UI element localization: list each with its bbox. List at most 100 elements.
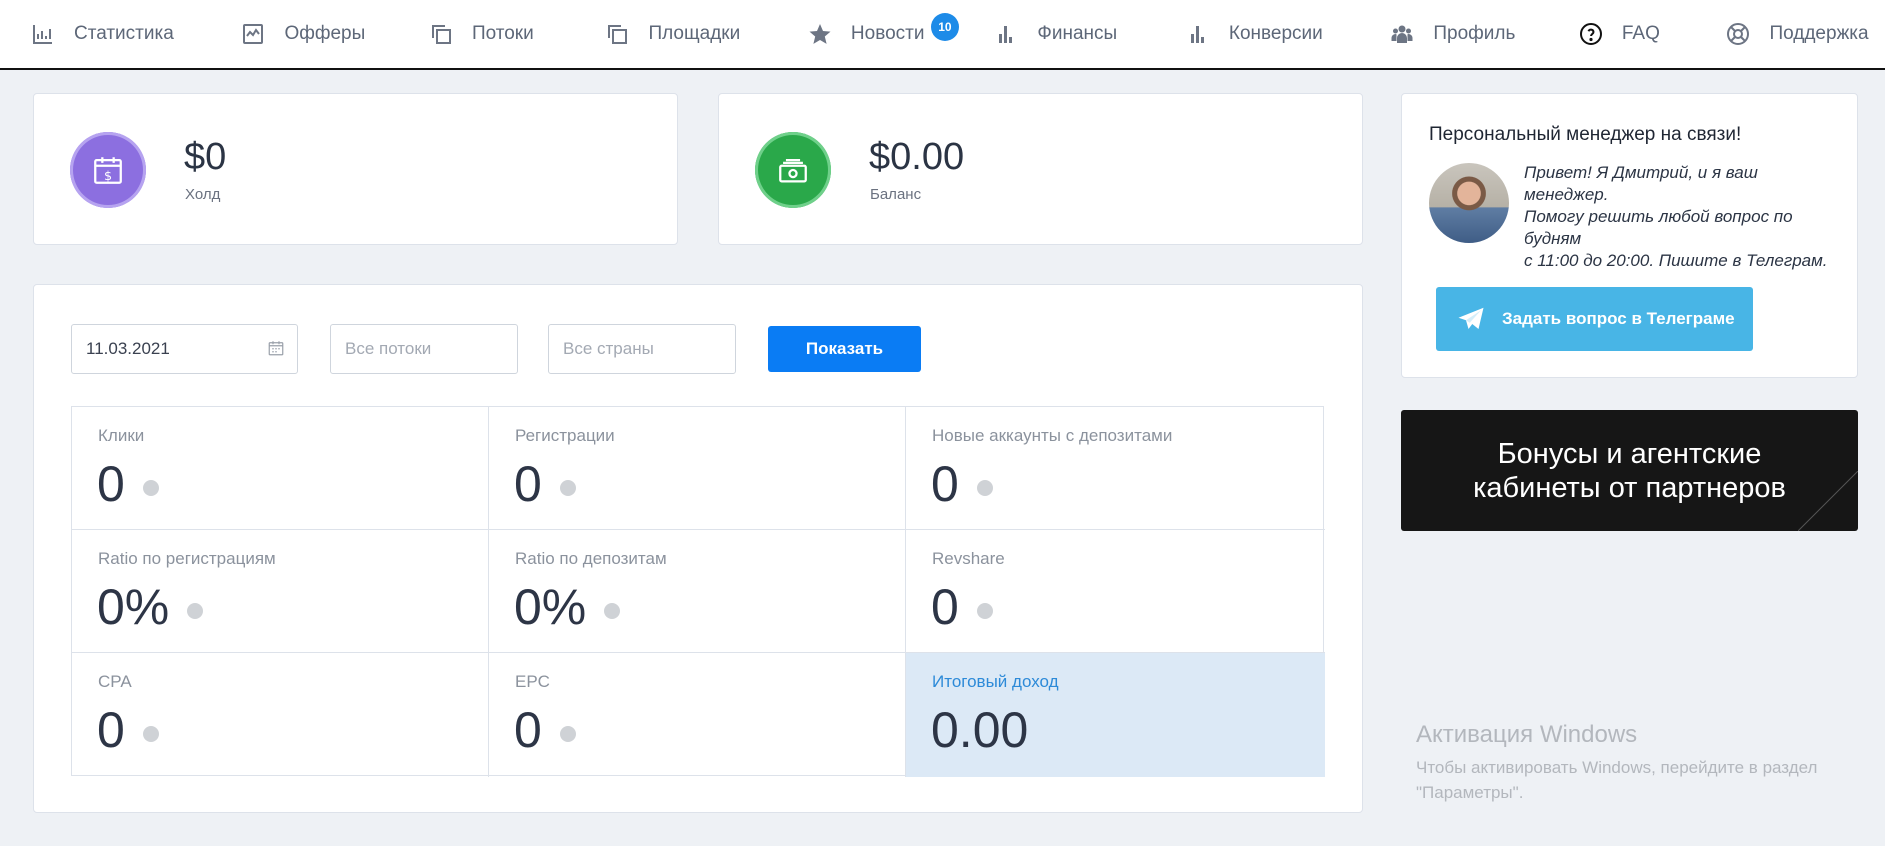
nav-item-profile[interactable]: Профиль <box>1389 0 1577 69</box>
manager-title: Персональный менеджер на связи! <box>1429 124 1742 145</box>
nav-item-streams[interactable]: Потоки <box>428 0 605 69</box>
metric-value-row: 0 <box>931 578 993 636</box>
metric-value: 0% <box>514 579 587 635</box>
calendar-icon <box>268 341 284 356</box>
windows-activation-title: Активация Windows <box>1416 721 1638 748</box>
nav-item-support[interactable]: Поддержка <box>1725 0 1885 69</box>
metric-value: 0 <box>97 702 125 758</box>
nav-item-label: Финансы <box>1037 23 1118 44</box>
metrics-grid: Клики 0 Регистрации 0 Новые аккаунты с д… <box>71 406 1325 777</box>
hold-card: $ $0 Холд <box>33 93 678 245</box>
nav-item-sites[interactable]: Площадки <box>604 0 806 69</box>
status-dot <box>976 603 993 619</box>
date-value: 11.03.2021 <box>86 339 170 358</box>
countries-select[interactable]: Все страны <box>548 324 736 374</box>
metric-label: Ratio по депозитам <box>515 549 667 568</box>
nav-item-statistics[interactable]: Статистика <box>30 0 240 69</box>
nav-item-offers[interactable]: Офферы <box>240 0 428 69</box>
money-icon <box>755 132 831 208</box>
nav-item-faq[interactable]: FAQ <box>1578 0 1726 69</box>
show-button[interactable]: Показать <box>768 326 921 372</box>
stats-panel: 11.03.2021 Все потоки Все страны Показат… <box>33 284 1363 813</box>
nav-item-conversions[interactable]: Конверсии <box>1185 0 1389 69</box>
users-icon <box>1389 21 1415 47</box>
manager-message-line: менеджер. <box>1524 185 1609 204</box>
top-nav: Статистика Офферы Потоки Площадки Новост… <box>0 0 1885 70</box>
svg-text:$: $ <box>104 169 112 184</box>
metric-registrations: Регистрации 0 <box>489 407 906 530</box>
metric-label: Клики <box>98 426 145 445</box>
balance-card: $0.00 Баланс <box>718 93 1363 245</box>
metric-value-row: 0.00 <box>931 701 1028 759</box>
streams-select[interactable]: Все потоки <box>330 324 518 374</box>
status-dot <box>142 726 159 742</box>
nav-item-label: Конверсии <box>1228 23 1323 44</box>
nav-item-label: FAQ <box>1621 23 1660 44</box>
metric-label: CPA <box>98 672 132 691</box>
metric-value-row: 0 <box>97 701 159 759</box>
bar-chart-icon <box>30 21 56 47</box>
metric-registration-ratio: Ratio по регистрациям 0% <box>72 530 489 653</box>
metric-label: EPC <box>515 672 550 691</box>
nav-item-label: Новости <box>850 23 925 44</box>
date-field[interactable]: 11.03.2021 <box>71 324 298 374</box>
metric-deposit-ratio: Ratio по депозитам 0% <box>489 530 906 653</box>
streams-placeholder: Все потоки <box>345 339 432 358</box>
nav-item-label: Поддержка <box>1769 23 1869 44</box>
nav-item-label: Профиль <box>1433 23 1516 44</box>
hold-value: $0 <box>184 136 227 178</box>
metric-value: 0 <box>514 702 542 758</box>
metric-label: Ratio по регистрациям <box>98 549 276 568</box>
bonus-banner[interactable]: Бонусы и агентские кабинеты от партнеров <box>1401 410 1858 531</box>
bonus-line: Бонусы и агентские <box>1497 437 1762 470</box>
manager-message-line: Помогу решить любой вопрос по <box>1524 207 1793 226</box>
line-chart-icon <box>240 21 266 47</box>
metric-clicks: Клики 0 <box>72 407 489 530</box>
countries-placeholder: Все страны <box>563 339 654 358</box>
question-icon <box>1578 21 1604 47</box>
metric-revshare: Revshare 0 <box>906 530 1325 653</box>
banner-corner-decoration <box>1798 471 1858 531</box>
metric-total-income: Итоговый доход 0.00 <box>906 653 1325 777</box>
telegram-ask-button[interactable]: Задать вопрос в Телеграме <box>1436 287 1753 351</box>
avatar <box>1429 163 1509 243</box>
bar-chart-icon <box>1185 21 1211 47</box>
metric-value-row: 0 <box>931 455 993 513</box>
metric-label: Регистрации <box>515 426 615 445</box>
nav-item-label: Площадки <box>648 23 741 44</box>
hold-label: Холд <box>185 186 221 203</box>
metric-value-row: 0 <box>514 701 576 759</box>
windows-activation-line: Чтобы активировать Windows, перейдите в … <box>1416 758 1818 777</box>
windows-activation-line: "Параметры". <box>1416 783 1524 802</box>
copy-icon <box>428 21 454 47</box>
star-icon <box>807 21 833 47</box>
status-dot <box>559 726 576 742</box>
manager-message-line: с 11:00 до 20:00. Пишите в Телеграм. <box>1524 251 1828 270</box>
bar-chart-icon <box>993 21 1019 47</box>
telegram-button-label: Задать вопрос в Телеграме <box>1502 309 1735 328</box>
nav-item-news[interactable]: Новости 10 <box>807 0 994 69</box>
nav-item-label: Офферы <box>284 23 366 44</box>
manager-card: Персональный менеджер на связи! Привет! … <box>1401 93 1858 378</box>
status-dot <box>559 480 576 496</box>
manager-message-line: будням <box>1524 229 1582 248</box>
lifebuoy-icon <box>1725 21 1751 47</box>
metric-value: 0.00 <box>931 702 1029 758</box>
bonus-line: кабинеты от партнеров <box>1473 471 1786 504</box>
metric-new-deposit-accounts: Новые аккаунты с депозитами 0 <box>906 407 1325 530</box>
windows-activation-text: Чтобы активировать Windows, перейдите в … <box>1416 755 1866 805</box>
metric-value: 0 <box>931 579 959 635</box>
metric-label: Revshare <box>932 549 1005 568</box>
metric-value: 0 <box>514 456 542 512</box>
nav-item-finance[interactable]: Финансы <box>993 0 1184 69</box>
telegram-icon <box>1458 307 1484 329</box>
metric-epc: EPC 0 <box>489 653 906 777</box>
metric-value: 0 <box>97 456 125 512</box>
balance-value: $0.00 <box>869 136 965 178</box>
status-dot <box>976 480 993 496</box>
metric-value-row: 0 <box>514 455 576 513</box>
metric-value: 0% <box>97 579 170 635</box>
metric-value-row: 0% <box>514 578 621 636</box>
metric-label: Новые аккаунты с депозитами <box>932 426 1173 445</box>
calendar-dollar-icon: $ <box>70 132 146 208</box>
